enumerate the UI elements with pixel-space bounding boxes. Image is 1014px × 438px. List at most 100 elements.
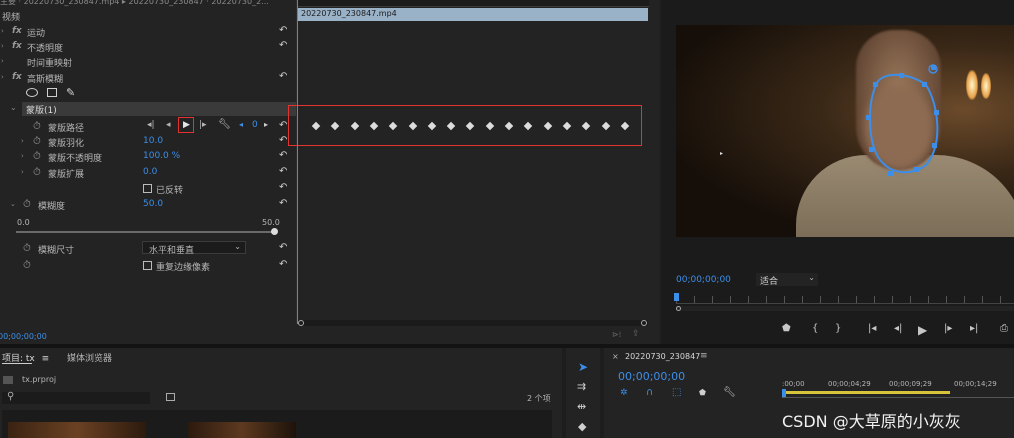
mask-row[interactable]: 蒙版(1) — [22, 102, 296, 116]
mark-in-icon[interactable]: { — [812, 323, 818, 334]
program-video-frame[interactable] — [676, 25, 1014, 237]
blur-dimensions-dropdown[interactable]: 水平和垂直 ⌄ — [142, 241, 246, 256]
mark-out-icon[interactable]: } — [835, 323, 841, 334]
mask-opacity-value[interactable]: 100.0 % — [143, 151, 180, 161]
add-marker-icon[interactable]: ⬟ — [782, 323, 791, 334]
go-to-in-icon[interactable]: |◂ — [868, 323, 876, 334]
close-icon[interactable]: × — [612, 352, 619, 361]
sequence-thumbnail[interactable] — [188, 422, 296, 438]
timeline-clip-bar[interactable]: 20220730_230847.mp4 — [298, 8, 648, 21]
program-ruler[interactable] — [676, 296, 1014, 304]
sequence-ruler[interactable]: :00;00 00;00;04;29 00;00;09;29 00;00;14;… — [782, 376, 1014, 398]
reset-icon[interactable]: ↶ — [279, 25, 290, 36]
effect-time-remap[interactable]: › 时间重映射 — [0, 54, 296, 70]
stopwatch-icon[interactable]: ⏱ — [23, 199, 31, 210]
reset-icon[interactable]: ↶ — [279, 150, 290, 161]
mask-path-overlay[interactable] — [676, 25, 1014, 237]
sequence-name[interactable]: 20220730_230847 — [625, 352, 700, 361]
chevron-right-icon[interactable]: › — [21, 137, 24, 145]
clip-thumbnail[interactable] — [8, 422, 146, 438]
export-frame-icon[interactable]: ⎙ — [1000, 323, 1008, 334]
chevron-right-icon[interactable]: › — [1, 27, 4, 35]
fx-icon[interactable]: fx — [12, 26, 22, 36]
fx-icon[interactable]: fx — [12, 72, 22, 82]
chevron-down-icon[interactable]: ⌄ — [10, 200, 16, 208]
sequence-playhead[interactable] — [782, 389, 786, 397]
ripple-edit-tool-icon[interactable]: ⇹ — [577, 400, 586, 413]
blurriness-value[interactable]: 50.0 — [143, 199, 163, 209]
next-keyframe-icon[interactable]: ▸ — [264, 120, 268, 129]
scroll-handle-left[interactable] — [676, 306, 681, 311]
reset-icon[interactable]: ↶ — [279, 71, 290, 82]
fx-icon[interactable]: fx — [12, 41, 22, 51]
tab-media-browser[interactable]: 媒体浏览器 — [67, 351, 112, 364]
effect-gaussian-blur[interactable]: › fx 高斯模糊 ↶ — [0, 70, 296, 86]
chevron-right-icon[interactable]: › — [21, 168, 24, 176]
reset-icon[interactable]: ↶ — [279, 182, 290, 193]
linked-selection-icon[interactable]: ∩ — [646, 387, 653, 398]
export-icon[interactable]: ⇪ — [632, 329, 640, 339]
effect-motion[interactable]: › fx 运动 ↶ — [0, 24, 296, 40]
chevron-right-icon[interactable]: › — [1, 57, 4, 65]
pen-mask-icon[interactable]: ✎ — [66, 86, 75, 99]
mask-expansion-value[interactable]: 0.0 — [143, 167, 157, 177]
rectangle-mask-icon[interactable] — [47, 88, 57, 97]
blurriness-slider-handle[interactable] — [271, 228, 278, 235]
reset-icon[interactable]: ↶ — [279, 166, 290, 177]
scroll-handle-left[interactable] — [298, 320, 304, 326]
marker-icon[interactable]: ⬟ — [699, 388, 706, 397]
menu-icon[interactable]: ≡ — [700, 351, 708, 361]
blurriness-row[interactable]: ⌄ ⏱ 模糊度 50.0 ↶ — [0, 197, 296, 213]
wrench-icon[interactable]: 🔧︎ — [218, 119, 231, 130]
program-scrollbar[interactable] — [676, 306, 1014, 311]
scroll-handle-right[interactable] — [641, 320, 647, 326]
reset-icon[interactable]: ↶ — [279, 242, 290, 253]
track-forward-icon[interactable]: |▸ — [199, 120, 207, 130]
new-bin-icon[interactable] — [166, 393, 175, 401]
inverted-checkbox[interactable] — [143, 184, 152, 193]
filter-icon[interactable]: ⊳⁞ — [612, 330, 621, 339]
step-back-icon[interactable]: ◂| — [894, 323, 902, 334]
razor-tool-icon[interactable]: ◆ — [578, 420, 586, 433]
program-playhead[interactable] — [674, 293, 679, 301]
stopwatch-icon[interactable]: ⏱ — [23, 243, 31, 254]
ellipse-mask-icon[interactable] — [26, 88, 38, 97]
stopwatch-icon[interactable]: ⏱ — [33, 167, 41, 178]
repeat-edge-checkbox[interactable] — [143, 261, 152, 270]
chevron-down-icon[interactable]: ⌄ — [10, 103, 17, 112]
project-search-input[interactable]: ⚲ — [2, 391, 150, 404]
prev-keyframe-icon[interactable]: ◂ — [239, 120, 243, 129]
work-area-bar[interactable] — [782, 391, 950, 394]
reset-icon[interactable]: ↶ — [279, 259, 290, 270]
stopwatch-icon[interactable]: ⏱ — [33, 121, 41, 132]
program-timecode[interactable]: 00;00;00;00 — [676, 275, 731, 285]
selection-tool-icon[interactable]: ➤ — [578, 360, 588, 374]
mask-feather-row[interactable]: › ⏱ 蒙版羽化 10.0 ↶ — [0, 134, 296, 150]
stopwatch-icon[interactable]: ⏱ — [33, 136, 41, 147]
mask-expansion-row[interactable]: › ⏱ 蒙版扩展 0.0 ↶ — [0, 165, 296, 181]
chevron-down-icon[interactable]: › — [1, 73, 4, 81]
timeline-scrollbar[interactable] — [298, 320, 648, 326]
track-back-one-icon[interactable]: ◂ — [166, 120, 171, 130]
play-icon[interactable]: ▶ — [918, 323, 927, 337]
add-marker-icon[interactable]: ⬚ — [672, 387, 681, 398]
stopwatch-icon[interactable]: ⏱ — [23, 260, 31, 271]
play-icon[interactable]: ▶ — [183, 120, 190, 130]
mask-feather-value[interactable]: 10.0 — [143, 136, 163, 146]
sequence-timecode[interactable]: 00;00;00;00 — [618, 370, 685, 383]
step-forward-icon[interactable]: |▸ — [944, 323, 952, 334]
chevron-right-icon[interactable]: › — [21, 152, 24, 160]
track-select-tool-icon[interactable]: ⇉ — [577, 380, 586, 393]
timeline-ruler[interactable] — [297, 0, 649, 7]
track-backward-icon[interactable]: ◂| — [147, 120, 155, 130]
reset-icon[interactable]: ↶ — [279, 40, 290, 51]
go-to-out-icon[interactable]: ▸| — [970, 323, 978, 334]
clip-tabs[interactable]: 主要 · 20220730_230847.mp4 ▸ 20220730_2308… — [0, 0, 296, 8]
effect-opacity[interactable]: › fx 不透明度 ↶ — [0, 39, 296, 55]
playhead-line[interactable] — [297, 0, 298, 324]
stopwatch-icon[interactable]: ⏱ — [33, 151, 41, 162]
effect-timeline-area[interactable]: 20220730_230847.mp4 — [288, 0, 649, 324]
wrench-icon[interactable]: 🔧︎ — [723, 387, 736, 398]
effects-timecode[interactable]: 00;00;00;00 — [0, 332, 47, 341]
blurriness-slider-track[interactable] — [16, 231, 274, 233]
